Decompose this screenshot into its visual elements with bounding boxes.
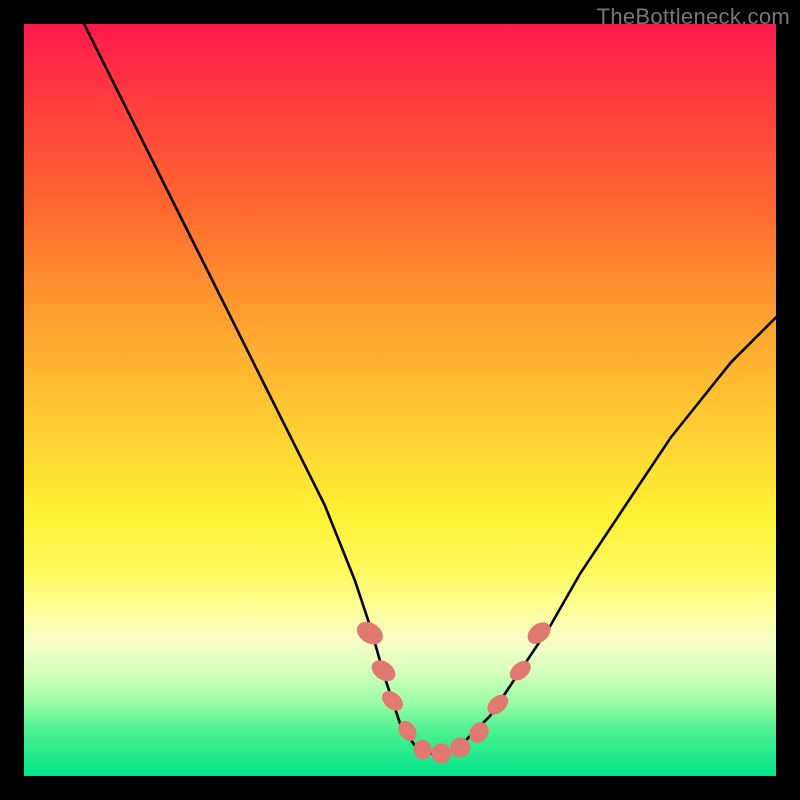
watermark-text: TheBottleneck.com <box>597 4 790 30</box>
gradient-plot-area <box>24 24 776 776</box>
